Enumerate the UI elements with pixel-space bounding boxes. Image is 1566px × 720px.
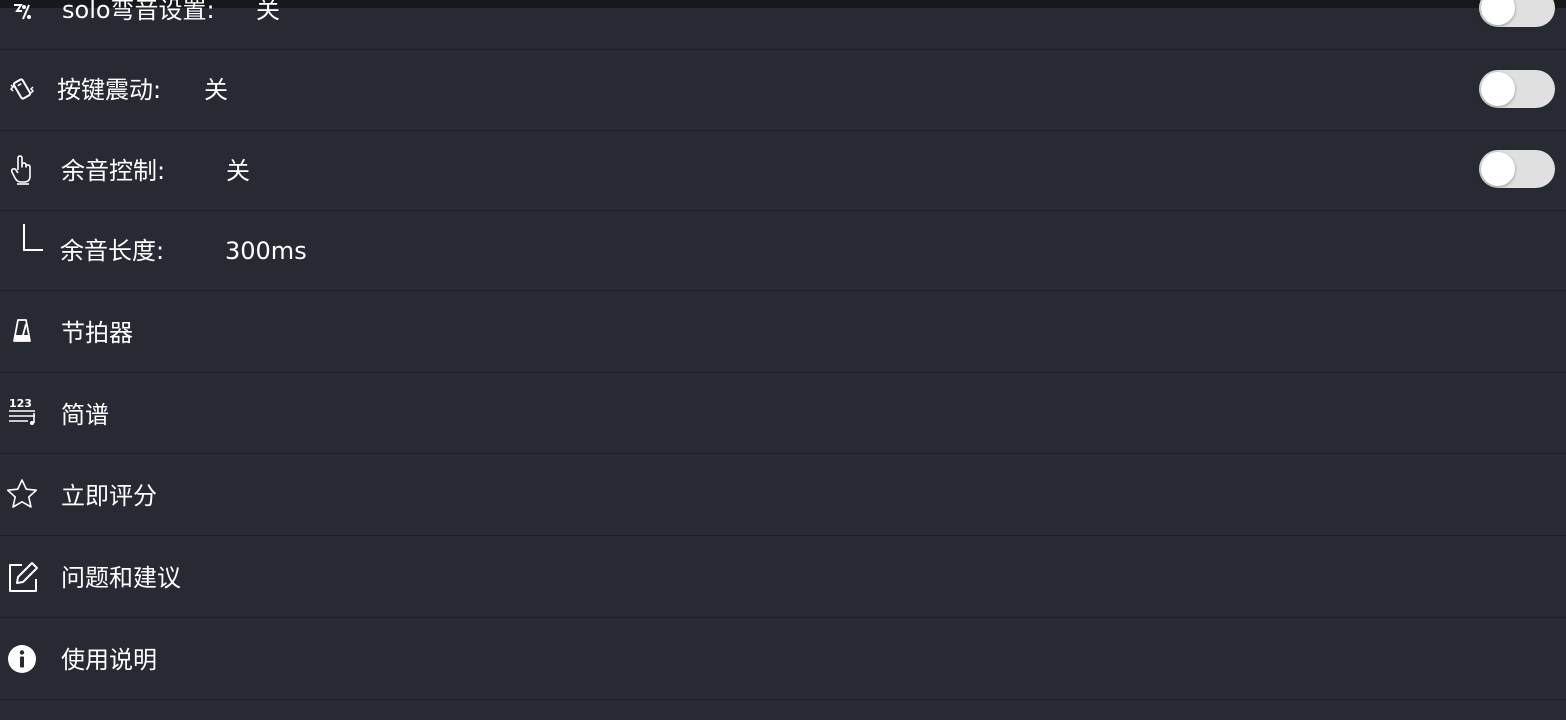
toggle-knob [1481,152,1515,186]
settings-row-solo-bend[interactable]: solo弯音设置: 关 [0,0,1566,50]
settings-row-help[interactable]: 使用说明 [0,618,1566,700]
vibration-value: 关 [204,76,228,104]
edit-icon [4,559,40,595]
numbered-notation-icon: 123 [4,393,40,429]
info-icon [4,641,40,677]
solo-bend-label: solo弯音设置: [62,0,215,24]
metronome-label: 节拍器 [61,319,133,347]
vibration-label: 按键震动: [57,76,162,104]
settings-row-metronome[interactable]: 节拍器 [0,291,1566,373]
sustain-length-value: 300ms [225,237,307,265]
solo-bend-toggle[interactable] [1479,0,1555,27]
rate-label: 立即评分 [61,482,157,510]
vibration-icon [4,71,40,107]
hand-pointer-icon [4,152,40,188]
toggle-knob [1481,0,1515,25]
svg-text:123: 123 [9,397,32,410]
solo-bend-value: 关 [256,0,280,24]
sustain-length-label: 余音长度: [60,237,165,265]
settings-row-sustain[interactable]: 余音控制: 关 [0,131,1566,211]
help-label: 使用说明 [61,646,157,674]
star-icon [4,476,40,512]
settings-row-sustain-length[interactable]: 余音长度: 300ms [0,211,1566,291]
toggle-knob [1481,72,1515,106]
corner-indent-icon [12,221,48,257]
metronome-icon [4,313,40,349]
vibration-toggle[interactable] [1479,70,1555,108]
feedback-label: 问题和建议 [61,564,181,592]
bend-icon [4,0,40,30]
sustain-label: 余音控制: [61,157,166,185]
settings-row-feedback[interactable]: 问题和建议 [0,536,1566,618]
settings-row-notation[interactable]: 123 简谱 [0,373,1566,454]
settings-row-rate[interactable]: 立即评分 [0,454,1566,536]
settings-row-vibration[interactable]: 按键震动: 关 [0,50,1566,131]
notation-label: 简谱 [61,401,109,429]
sustain-toggle[interactable] [1479,150,1555,188]
sustain-value: 关 [226,157,250,185]
